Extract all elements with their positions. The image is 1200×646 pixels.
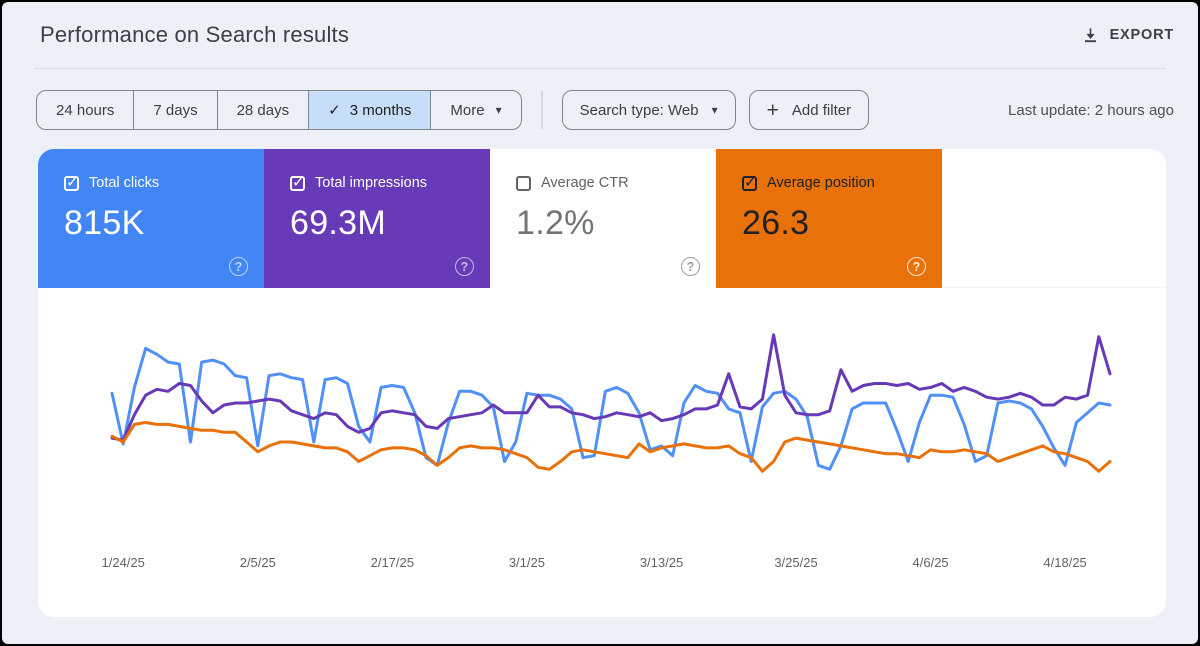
download-icon — [1081, 26, 1100, 45]
metric-card-header: ✓ Total clicks — [64, 175, 264, 191]
check-icon: ✓ — [328, 101, 341, 119]
chevron-down-icon: ▾ — [496, 103, 502, 117]
metric-label: Average position — [767, 175, 875, 191]
metric-cards-filler — [942, 149, 1166, 287]
metric-label: Total impressions — [315, 175, 427, 191]
total-impressions-checkbox[interactable]: ✓ — [290, 176, 305, 191]
x-axis-label: 4/18/25 — [1043, 555, 1086, 570]
page-title: Performance on Search results — [40, 22, 349, 48]
metric-card-header: ✓ Average CTR — [516, 175, 716, 191]
date-range-28-days[interactable]: 28 days — [217, 91, 309, 129]
add-filter-button[interactable]: + Add filter — [749, 90, 869, 130]
header-divider — [34, 68, 1166, 69]
date-range-label: 24 hours — [56, 102, 114, 119]
page-header: Performance on Search results EXPORT — [2, 2, 1198, 48]
average-position-checkbox[interactable]: ✓ — [742, 176, 757, 191]
x-axis-label: 2/5/25 — [240, 555, 276, 570]
plus-icon: + — [767, 100, 779, 121]
total-clicks-checkbox[interactable]: ✓ — [64, 176, 79, 191]
export-button[interactable]: EXPORT — [1081, 26, 1174, 45]
x-axis-label: 3/1/25 — [509, 555, 545, 570]
metric-card-average-position[interactable]: ✓ Average position 26.3 ? — [716, 149, 942, 288]
performance-panel: ✓ Total clicks 815K ? ✓ Total impression… — [38, 149, 1166, 617]
metric-card-total-clicks[interactable]: ✓ Total clicks 815K ? — [38, 149, 264, 288]
toolbar-divider — [541, 91, 543, 129]
metric-card-total-impressions[interactable]: ✓ Total impressions 69.3M ? — [264, 149, 490, 288]
x-axis-label: 3/25/25 — [774, 555, 817, 570]
check-icon: ✓ — [66, 173, 79, 191]
chart-area: 1/24/25 2/5/25 2/17/25 3/1/25 3/13/25 3/25/25… — [38, 288, 1166, 617]
performance-chart[interactable]: 1/24/25 2/5/25 2/17/25 3/1/25 3/13/25 3/25/25… — [38, 288, 1166, 617]
metric-cards-row: ✓ Total clicks 815K ? ✓ Total impression… — [38, 149, 1166, 288]
x-axis-label: 3/13/25 — [640, 555, 683, 570]
add-filter-label: Add filter — [792, 102, 851, 119]
metric-card-header: ✓ Average position — [742, 175, 942, 191]
filter-toolbar: 24 hours 7 days 28 days ✓ 3 months More … — [36, 90, 1174, 130]
date-range-selector: 24 hours 7 days 28 days ✓ 3 months More … — [36, 90, 522, 130]
x-axis-label: 4/6/25 — [913, 555, 949, 570]
search-type-label: Search type: Web — [580, 102, 699, 119]
date-range-label: 7 days — [153, 102, 197, 119]
date-range-more-dropdown[interactable]: More ▾ — [430, 91, 520, 129]
metric-value: 1.2% — [516, 204, 716, 243]
check-icon: ✓ — [744, 173, 757, 191]
date-range-label: 28 days — [237, 102, 290, 119]
help-icon[interactable]: ? — [229, 257, 248, 276]
metric-card-header: ✓ Total impressions — [290, 175, 490, 191]
check-icon: ✓ — [292, 173, 305, 191]
last-update-text: Last update: 2 hours ago — [1008, 102, 1174, 119]
help-icon[interactable]: ? — [681, 257, 700, 276]
x-axis-label: 2/17/25 — [371, 555, 414, 570]
date-range-3-months[interactable]: ✓ 3 months — [308, 91, 430, 129]
metric-value: 26.3 — [742, 204, 942, 243]
metric-label: Average CTR — [541, 175, 629, 191]
x-axis-label: 1/24/25 — [102, 555, 145, 570]
date-range-label: 3 months — [350, 102, 412, 119]
average-ctr-checkbox[interactable]: ✓ — [516, 176, 531, 191]
metric-value: 815K — [64, 204, 264, 243]
date-range-7-days[interactable]: 7 days — [133, 91, 216, 129]
export-label: EXPORT — [1110, 27, 1174, 43]
help-icon[interactable]: ? — [907, 257, 926, 276]
search-console-performance-page: Performance on Search results EXPORT 24 … — [2, 2, 1198, 644]
help-icon[interactable]: ? — [455, 257, 474, 276]
search-type-dropdown[interactable]: Search type: Web ▾ — [562, 90, 736, 130]
chevron-down-icon: ▾ — [712, 103, 718, 117]
metric-value: 69.3M — [290, 204, 490, 243]
metric-card-average-ctr[interactable]: ✓ Average CTR 1.2% ? — [490, 149, 716, 288]
date-range-24-hours[interactable]: 24 hours — [37, 91, 133, 129]
date-range-label: More — [450, 102, 484, 119]
metric-label: Total clicks — [89, 175, 159, 191]
